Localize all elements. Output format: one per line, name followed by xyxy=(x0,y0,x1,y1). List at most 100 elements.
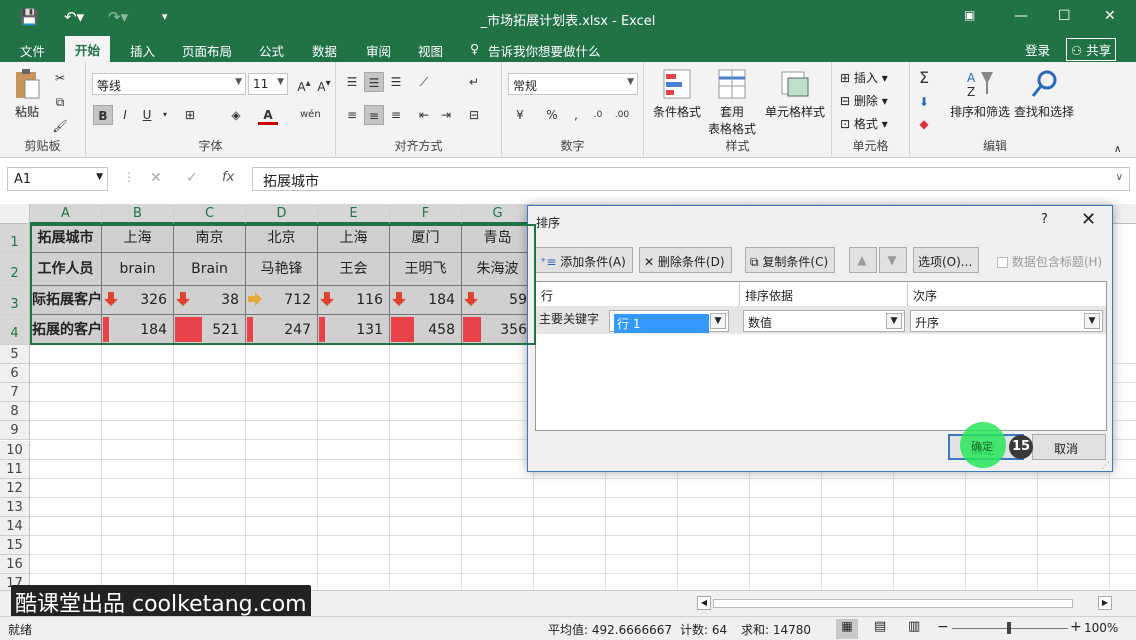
increase-indent-icon[interactable]: ⇥ xyxy=(436,105,456,125)
cell[interactable] xyxy=(966,516,1038,536)
comma-style-icon[interactable]: , xyxy=(566,105,586,125)
cancel-entry-icon[interactable]: ✕ xyxy=(150,170,162,186)
tab-home[interactable]: 开始 xyxy=(65,36,111,62)
cell[interactable] xyxy=(678,516,750,536)
cell[interactable] xyxy=(174,536,246,556)
align-top-icon[interactable]: ☰ xyxy=(342,72,362,92)
cell[interactable] xyxy=(534,555,606,575)
cell[interactable] xyxy=(246,402,318,422)
decrease-indent-icon[interactable]: ⇤ xyxy=(414,105,434,125)
row-header-14[interactable]: 14 xyxy=(0,516,30,536)
cell-C4[interactable]: 521 xyxy=(174,315,246,345)
cell[interactable] xyxy=(678,536,750,556)
cell[interactable] xyxy=(894,516,966,536)
cell[interactable] xyxy=(462,383,534,403)
row-header-16[interactable]: 16 xyxy=(0,555,30,575)
help-button[interactable]: ? xyxy=(1041,212,1048,227)
clear-icon[interactable]: ◆ xyxy=(914,114,934,134)
format-as-table-button[interactable]: 套用 表格格式 xyxy=(702,68,762,137)
cell[interactable] xyxy=(750,516,822,536)
cell[interactable] xyxy=(102,440,174,460)
column-header-A[interactable]: A xyxy=(30,204,102,224)
cell[interactable] xyxy=(390,574,462,590)
tab-page-layout[interactable]: 页面布局 xyxy=(182,41,232,60)
cell[interactable] xyxy=(462,364,534,384)
cell[interactable] xyxy=(1038,516,1110,536)
cell[interactable] xyxy=(102,497,174,517)
cell[interactable] xyxy=(174,364,246,384)
sort-by-select[interactable]: 行 1 ▼ xyxy=(609,310,729,333)
order-select[interactable]: 升序 ▼ xyxy=(910,310,1103,332)
move-down-button[interactable]: ▼ xyxy=(879,247,907,273)
cell[interactable] xyxy=(246,421,318,441)
row-header-4[interactable]: 4 xyxy=(0,315,30,345)
cell[interactable] xyxy=(606,536,678,556)
sort-filter-button[interactable]: AZ 排序和筛选 xyxy=(948,68,1012,120)
zoom-in-icon[interactable]: + xyxy=(1070,619,1082,635)
cell[interactable] xyxy=(174,478,246,498)
cell[interactable] xyxy=(30,536,102,556)
cell[interactable] xyxy=(1110,402,1136,422)
cell[interactable] xyxy=(102,536,174,556)
cell[interactable] xyxy=(102,516,174,536)
cell[interactable] xyxy=(174,497,246,517)
close-icon[interactable]: ✕ xyxy=(1104,8,1116,24)
delete-cells-button[interactable]: ⊟ 删除 ▾ xyxy=(840,92,888,109)
align-left-icon[interactable]: ≡ xyxy=(342,105,362,125)
cell-E3[interactable]: 116 xyxy=(318,286,390,315)
cell[interactable] xyxy=(390,497,462,517)
column-header-B[interactable]: B xyxy=(102,204,174,224)
delete-level-button[interactable]: ✕ 删除条件(D) xyxy=(639,247,732,273)
cell[interactable] xyxy=(174,555,246,575)
cell[interactable] xyxy=(822,516,894,536)
cell[interactable] xyxy=(318,440,390,460)
row-header-2[interactable]: 2 xyxy=(0,253,30,286)
find-select-button[interactable]: 查找和选择 xyxy=(1012,68,1076,120)
cell[interactable] xyxy=(246,497,318,517)
cell[interactable] xyxy=(30,555,102,575)
fill-color-icon[interactable]: ◈ xyxy=(226,105,246,125)
cell[interactable] xyxy=(1038,555,1110,575)
cell[interactable] xyxy=(102,364,174,384)
cell[interactable] xyxy=(966,536,1038,556)
column-header-P[interactable]: P xyxy=(1110,204,1136,224)
page-layout-view-icon[interactable]: ▤ xyxy=(874,619,886,634)
cell[interactable] xyxy=(606,516,678,536)
expand-formula-icon[interactable]: ∨ xyxy=(1116,172,1123,183)
wrap-text-icon[interactable]: ↵ xyxy=(464,72,484,92)
align-right-icon[interactable]: ≡ xyxy=(386,105,406,125)
header-checkbox[interactable]: 数据包含标题(H) xyxy=(997,253,1102,270)
cell[interactable] xyxy=(1038,574,1110,590)
cell[interactable] xyxy=(30,440,102,460)
row-header-13[interactable]: 13 xyxy=(0,497,30,517)
orientation-icon[interactable]: ⟋ xyxy=(414,72,434,92)
cell[interactable] xyxy=(102,459,174,479)
enter-entry-icon[interactable]: ✓ xyxy=(186,170,198,186)
cell[interactable] xyxy=(30,383,102,403)
number-format-combo[interactable]: 常规 ▼ xyxy=(508,73,638,95)
cell[interactable] xyxy=(750,574,822,590)
maximize-icon[interactable]: ☐ xyxy=(1058,8,1071,24)
cell[interactable] xyxy=(30,478,102,498)
formula-input[interactable]: 拓展城市 ∨ xyxy=(252,167,1130,191)
cell[interactable] xyxy=(390,383,462,403)
cell[interactable] xyxy=(822,536,894,556)
column-header-G[interactable]: G xyxy=(462,204,534,224)
font-color-icon[interactable]: A xyxy=(258,105,278,125)
cell[interactable] xyxy=(1110,383,1136,403)
name-box[interactable]: A1 ▼ xyxy=(7,167,108,191)
cell[interactable] xyxy=(390,516,462,536)
cell[interactable] xyxy=(1110,498,1136,517)
cell[interactable] xyxy=(30,516,102,536)
cell-B2[interactable]: brain xyxy=(102,253,174,286)
cell[interactable] xyxy=(894,536,966,556)
add-level-button[interactable]: ⁺≡ 添加条件(A) xyxy=(535,247,633,273)
cell-F4[interactable]: 458 xyxy=(390,315,462,345)
cell[interactable] xyxy=(390,421,462,441)
cell[interactable] xyxy=(246,459,318,479)
cell[interactable] xyxy=(318,383,390,403)
cell[interactable] xyxy=(390,402,462,422)
tab-insert[interactable]: 插入 xyxy=(130,41,155,60)
column-header-C[interactable]: C xyxy=(174,204,246,224)
cell[interactable] xyxy=(894,574,966,590)
